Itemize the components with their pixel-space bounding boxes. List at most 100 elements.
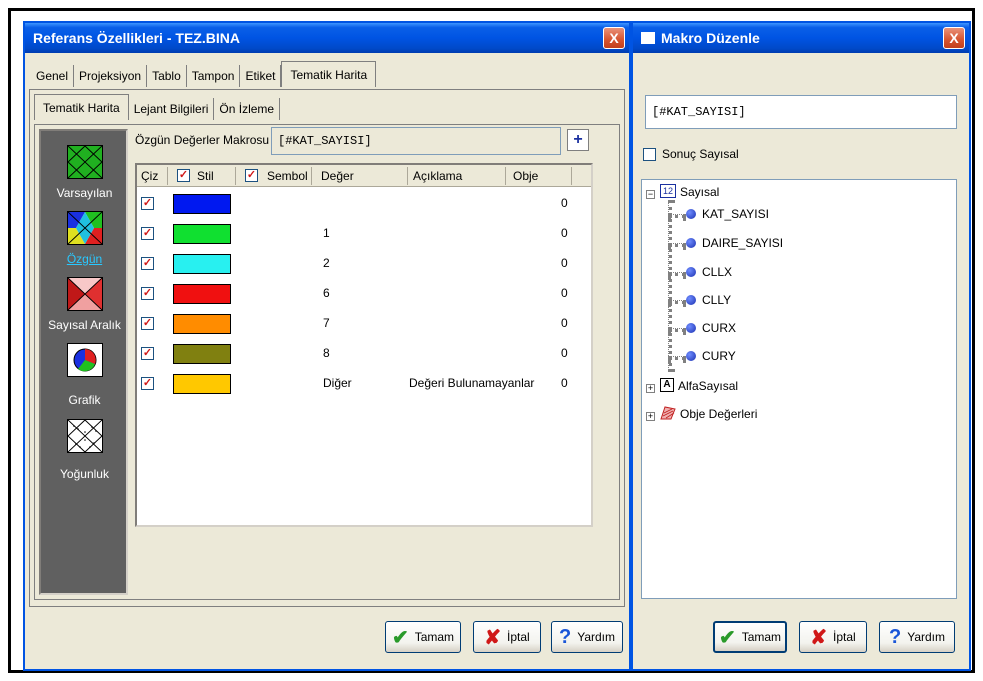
left-window-title: Referans Özellikleri - TEZ.BINA: [33, 30, 240, 46]
value-cell: 8: [323, 346, 330, 360]
ciz-checkbox[interactable]: ✓: [141, 287, 154, 300]
value-cell: 2: [323, 256, 330, 270]
style-swatch[interactable]: [173, 314, 231, 334]
style-swatch[interactable]: [173, 344, 231, 364]
ciz-checkbox[interactable]: ✓: [141, 257, 154, 270]
table-row[interactable]: ✓ 7 0: [137, 309, 591, 339]
tab-tematik-harita[interactable]: Tematik Harita: [281, 61, 377, 87]
subtab-lejant-bilgileri[interactable]: Lejant Bilgileri: [128, 98, 215, 120]
macro-plus-button[interactable]: +: [567, 129, 589, 151]
tab-projeksiyon[interactable]: Projeksiyon: [74, 65, 148, 87]
expand-obje-degerleri[interactable]: +: [646, 412, 655, 421]
right-ok-button[interactable]: ✔ Tamam: [713, 621, 787, 653]
style-swatch[interactable]: [173, 374, 231, 394]
col-sembol-checkbox[interactable]: ✓: [245, 169, 258, 182]
col-obje[interactable]: Obje: [513, 169, 538, 183]
ciz-checkbox[interactable]: ✓: [141, 377, 154, 390]
sidebar-item-sayisal-aralik[interactable]: Sayısal Aralık: [41, 318, 128, 332]
tree-node-alfasayisal[interactable]: AlfaSayısal: [678, 379, 738, 393]
sidebar-item-ozgun[interactable]: Özgün: [41, 252, 128, 266]
tree-node-kat-sayisi[interactable]: KAT_SAYISI: [702, 207, 769, 221]
field-dot-icon: [686, 351, 696, 361]
tree-node-curx[interactable]: CURX: [702, 321, 736, 335]
result-numeric-checkbox[interactable]: [643, 147, 656, 161]
grafik-icon[interactable]: [67, 343, 103, 377]
numeric-badge-icon: 12: [660, 184, 676, 198]
subtab-on-izleme[interactable]: Ön İzleme: [214, 98, 281, 120]
table-row[interactable]: ✓ 2 0: [137, 249, 591, 279]
left-cancel-button[interactable]: ✘ İptal: [473, 621, 541, 653]
screenshot-frame: Referans Özellikleri - TEZ.BINA X Genel …: [8, 8, 975, 673]
tree-node-sayisal[interactable]: Sayısal: [680, 185, 719, 199]
ciz-checkbox[interactable]: ✓: [141, 317, 154, 330]
value-cell: Diğer: [323, 376, 352, 390]
ciz-checkbox[interactable]: ✓: [141, 197, 154, 210]
left-ok-label: Tamam: [414, 630, 455, 644]
right-help-button[interactable]: ? Yardım: [879, 621, 955, 653]
left-ok-button[interactable]: ✔ Tamam: [385, 621, 461, 653]
sayisal-aralik-icon[interactable]: [67, 277, 103, 311]
table-row[interactable]: ✓ 0: [137, 189, 591, 219]
macro-input[interactable]: [#KAT_SAYISI]: [645, 95, 957, 129]
tree-node-cllx[interactable]: CLLX: [702, 265, 732, 279]
style-swatch[interactable]: [173, 224, 231, 244]
table-row[interactable]: ✓ 6 0: [137, 279, 591, 309]
left-titlebar[interactable]: Referans Özellikleri - TEZ.BINA X: [25, 23, 629, 53]
left-close-button[interactable]: X: [603, 27, 625, 49]
tree-node-cury[interactable]: CURY: [702, 349, 736, 363]
col-ciz[interactable]: Çiz: [141, 169, 158, 183]
tree-connector: [668, 272, 686, 276]
expand-alfasayisal[interactable]: +: [646, 384, 655, 393]
style-swatch[interactable]: [173, 284, 231, 304]
left-help-button[interactable]: ? Yardım: [551, 621, 623, 653]
value-cell: 6: [323, 286, 330, 300]
style-swatch[interactable]: [173, 254, 231, 274]
ciz-checkbox[interactable]: ✓: [141, 347, 154, 360]
sidebar-item-yogunluk[interactable]: Yoğunluk: [41, 467, 128, 481]
obje-cell: 0: [561, 226, 568, 240]
collapse-sayisal[interactable]: −: [646, 190, 655, 199]
check-icon: ✔: [391, 626, 409, 649]
field-tree[interactable]: − 12 Sayısal KAT_SAYISI DAIRE_SAYISI CLL…: [641, 179, 957, 599]
col-stil[interactable]: Stil: [197, 169, 214, 183]
right-close-button[interactable]: X: [943, 27, 965, 49]
tree-node-obje-degerleri[interactable]: Obje Değerleri: [680, 407, 757, 421]
alpha-badge-icon: A: [660, 378, 674, 392]
value-cell: 7: [323, 316, 330, 330]
macro-field[interactable]: [#KAT_SAYISI]: [271, 127, 561, 155]
right-cancel-label: İptal: [833, 630, 856, 644]
sidebar-item-varsayilan[interactable]: Varsayılan: [41, 186, 128, 200]
col-sembol[interactable]: Sembol: [267, 169, 308, 183]
tree-node-clly[interactable]: CLLY: [702, 293, 731, 307]
main-tab-panel: Tematik Harita Lejant Bilgileri Ön İzlem…: [29, 89, 625, 607]
right-titlebar[interactable]: Makro Düzenle X: [633, 23, 969, 53]
table-row[interactable]: ✓ 8 0: [137, 339, 591, 369]
ciz-checkbox[interactable]: ✓: [141, 227, 154, 240]
table-row[interactable]: ✓ Diğer Değeri Bulunamayanlar 0: [137, 369, 591, 399]
col-deger[interactable]: Değer: [321, 169, 354, 183]
theme-values-table[interactable]: Çiz ✓ Stil ✓ Sembol Değer Açıklama Obje: [135, 163, 593, 527]
left-cancel-label: İptal: [507, 630, 530, 644]
tab-tampon[interactable]: Tampon: [186, 65, 241, 87]
description-cell: Değeri Bulunamayanlar: [409, 376, 535, 390]
result-numeric-checkbox-row[interactable]: Sonuç Sayısal: [643, 147, 739, 161]
style-swatch[interactable]: [173, 194, 231, 214]
field-dot-icon: [686, 295, 696, 305]
table-row[interactable]: ✓ 1 0: [137, 219, 591, 249]
varsayilan-icon[interactable]: [67, 145, 103, 179]
ozgun-icon[interactable]: [67, 211, 103, 245]
tab-etiket[interactable]: Etiket: [240, 65, 282, 87]
tab-genel[interactable]: Genel: [31, 65, 75, 87]
col-stil-checkbox[interactable]: ✓: [177, 169, 190, 182]
yogunluk-icon[interactable]: [67, 419, 103, 453]
sidebar-item-grafik[interactable]: Grafik: [41, 393, 128, 407]
col-aciklama[interactable]: Açıklama: [413, 169, 462, 183]
result-numeric-label: Sonuç Sayısal: [662, 147, 739, 161]
right-cancel-button[interactable]: ✘ İptal: [799, 621, 867, 653]
macro-input-value: [#KAT_SAYISI]: [652, 105, 746, 119]
table-header: Çiz ✓ Stil ✓ Sembol Değer Açıklama Obje: [137, 165, 591, 187]
tree-node-daire-sayisi[interactable]: DAIRE_SAYISI: [702, 236, 783, 250]
tab-tablo[interactable]: Tablo: [147, 65, 187, 87]
table-body: ✓ 0 ✓ 1 0 ✓ 2 0 ✓ 6 0 ✓ 7 0 ✓ 8 0 ✓ Diğer Değeri Bulu…: [137, 189, 591, 525]
subtab-tematik-harita[interactable]: Tematik Harita: [34, 94, 129, 120]
